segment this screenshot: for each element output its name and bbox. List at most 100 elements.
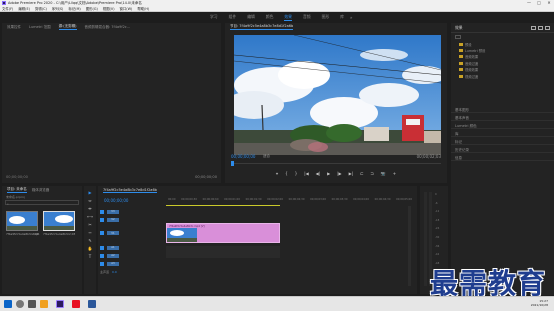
workspace-audio[interactable]: 音频 [303, 14, 311, 20]
timeline-ruler[interactable]: 00;00 00;00;00;30 00;00;00;60 00;00;01;0… [168, 198, 412, 204]
extract-button[interactable]: ⊐ [370, 171, 373, 176]
menu-window[interactable]: 窗口(W) [120, 6, 133, 11]
menu-markers[interactable]: 标记(M) [68, 6, 80, 11]
timeline-panel: 7f4a9f2c5e4a8b3c7e8d1f2a6b 00;00;00;00 0… [98, 186, 417, 294]
work-area-bar[interactable] [166, 205, 280, 206]
go-to-in-button[interactable]: |◀ [304, 171, 308, 176]
step-forward-button[interactable]: |▶ [337, 171, 341, 176]
source-monitor-panel: 效果控件 Lumetri 范围 源:(无剪辑) 音频剪辑混合器: 7f4a9f2… [2, 23, 221, 183]
mark-out-button[interactable]: } [295, 171, 298, 176]
program-fit-select[interactable]: 适合 [263, 154, 270, 159]
source-patch-button[interactable] [100, 261, 104, 266]
panel-info[interactable]: 信息 [451, 153, 554, 162]
track-label-a2[interactable]: A2 [107, 253, 119, 258]
selection-tool-icon[interactable]: ▶ [88, 190, 91, 195]
start-icon[interactable] [4, 300, 12, 308]
ruler-label: 00;00;03;30 [331, 198, 348, 201]
track-label-v2[interactable]: V2 [107, 217, 119, 222]
track-label-a3[interactable]: A3 [107, 261, 119, 266]
track-label-v3[interactable]: V3 [107, 209, 119, 214]
slip-tool-icon[interactable]: ⇿ [88, 230, 91, 235]
pen-tool-icon[interactable]: ✎ [88, 238, 91, 243]
accelerated-effects-icon[interactable] [538, 25, 543, 30]
app-icon[interactable] [72, 300, 80, 308]
menu-help[interactable]: 帮助(H) [137, 6, 149, 11]
button-editor-button[interactable]: + [393, 171, 396, 176]
playhead-icon[interactable] [231, 161, 234, 166]
new-bin-icon[interactable] [531, 25, 536, 30]
program-scrubber[interactable] [231, 161, 441, 166]
tab-sequence[interactable]: 7f4a9f2c5e4a8b3c7e8d1f2a6b [103, 188, 157, 193]
menu-view[interactable]: 视图(V) [103, 6, 115, 11]
premiere-taskbar-icon[interactable] [56, 300, 64, 308]
panel-markers[interactable]: 标记 [451, 137, 554, 146]
search-icon[interactable] [455, 35, 461, 39]
source-patch-button[interactable] [100, 209, 104, 214]
panel-essential-sound[interactable]: 基本声音 [451, 113, 554, 122]
workspace-libraries[interactable]: 库 [340, 14, 344, 20]
explorer-icon[interactable] [40, 300, 48, 308]
tab-lumetri-scopes[interactable]: Lumetri 范围 [29, 25, 51, 30]
menu-edit[interactable]: 编辑(E) [18, 6, 30, 11]
step-back-button[interactable]: ◀| [316, 171, 320, 176]
ruler-label: 00;00;04;00 [353, 198, 369, 201]
add-marker-button[interactable]: ⌖ [276, 171, 278, 176]
panel-essential-graphics[interactable]: 基本图形 [451, 105, 554, 114]
workspace-effects[interactable]: 效果 [284, 14, 292, 21]
panel-history[interactable]: 历史记录 [451, 145, 554, 154]
track-label-v1[interactable]: V1 [107, 231, 119, 235]
mark-in-button[interactable]: { [285, 171, 288, 176]
source-timecode[interactable]: 00;00;00;00 [6, 175, 28, 179]
workspace-graphics[interactable]: 图形 [322, 14, 330, 20]
video-clip[interactable]: 7f4a9f2c5e4a8b3c.mp4 [V] [166, 223, 280, 243]
task-view-icon[interactable] [28, 300, 36, 308]
video-frame-image [234, 35, 441, 155]
tab-media-browser[interactable]: 媒体浏览器 [32, 188, 50, 193]
project-search-input[interactable]: ⌕ [5, 200, 79, 206]
ruler-label: 00;00;01;00 [224, 198, 240, 201]
tab-source[interactable]: 源:(无剪辑) [58, 24, 77, 30]
search-icon[interactable] [16, 300, 24, 308]
source-patch-button[interactable] [100, 253, 104, 258]
tab-audio-clip-mixer[interactable]: 音频剪辑混合器: 7f4a9f2c... [85, 25, 131, 30]
project-item-thumbnail[interactable] [6, 211, 38, 231]
source-patch-button[interactable] [100, 217, 104, 222]
source-patch-button[interactable] [100, 231, 104, 235]
workspace-editing[interactable]: 编辑 [247, 14, 255, 20]
menu-file[interactable]: 文件(F) [2, 6, 13, 11]
track-label-a1[interactable]: A1 [107, 245, 119, 250]
play-button[interactable]: ▶ [327, 171, 330, 176]
panel-lumetri-color[interactable]: Lumetri 颜色 [451, 121, 554, 130]
workspace-more-button[interactable]: » [350, 15, 352, 20]
lift-button[interactable]: ⊏ [360, 171, 363, 176]
taskbar-clock[interactable]: 15:27 2021/10/28 [531, 299, 548, 308]
timeline-vertical-scrollbar[interactable] [408, 206, 411, 286]
project-item-thumbnail[interactable] [43, 211, 75, 231]
audio-track-area[interactable] [166, 246, 280, 258]
workspace-assembly[interactable]: 组件 [229, 14, 237, 20]
workspace-learning[interactable]: 学习 [210, 14, 218, 20]
master-volume-value[interactable]: 0.0 [112, 270, 117, 274]
word-icon[interactable] [88, 300, 96, 308]
menu-graphics[interactable]: 图形(G) [86, 6, 98, 11]
go-to-out-button[interactable]: ▶| [349, 171, 353, 176]
tab-project[interactable]: 项目: 未命名 [7, 187, 27, 193]
tab-effect-controls[interactable]: 效果控件 [7, 25, 21, 30]
tab-program[interactable]: 节目: 7f4a9f2c5e4a8b3c7e8d1f2a6b [230, 24, 294, 30]
export-frame-button[interactable]: 📷 [381, 171, 386, 176]
panel-libraries[interactable]: 库 [451, 129, 554, 138]
razor-tool-icon[interactable]: ✂ [88, 222, 91, 227]
program-timecode[interactable]: 00;00;00;00 [231, 154, 255, 159]
type-tool-icon[interactable]: T [89, 254, 91, 259]
track-select-tool-icon[interactable]: ⇔ [88, 198, 91, 203]
hand-tool-icon[interactable]: ✋ [88, 246, 93, 251]
rate-stretch-tool-icon[interactable]: ⟷ [87, 214, 93, 219]
timeline-timecode[interactable]: 00;00;00;00 [104, 198, 128, 203]
effects-panel-title[interactable]: 效果 [455, 25, 463, 31]
menu-clip[interactable]: 剪辑(C) [35, 6, 47, 11]
menu-sequence[interactable]: 序列(S) [52, 6, 64, 11]
ripple-edit-tool-icon[interactable]: ⇹ [88, 206, 91, 211]
yuv-effects-icon[interactable] [545, 25, 550, 30]
workspace-color[interactable]: 颜色 [266, 14, 274, 20]
source-patch-button[interactable] [100, 245, 104, 250]
